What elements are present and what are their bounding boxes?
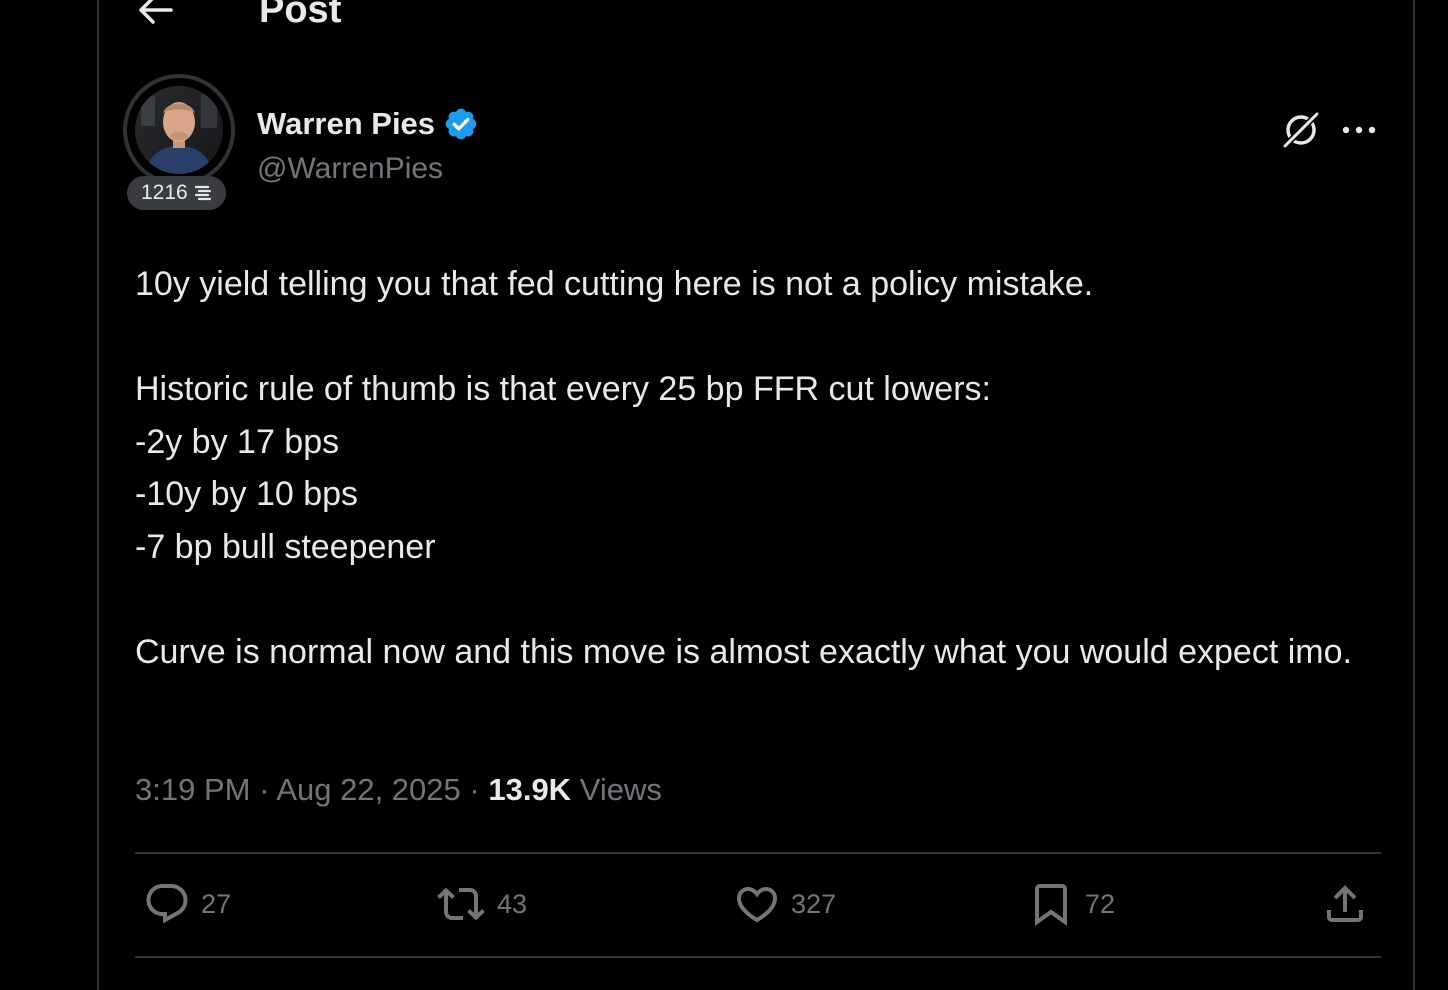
tweet-line: Curve is normal now and this move is alm…	[135, 632, 1352, 671]
score-badge[interactable]: 1216	[127, 176, 226, 210]
tweet-line: -10y by 10 bps	[135, 475, 359, 513]
tweet-meta: 3:19 PM · Aug 22, 2025 · 13.9K Views	[135, 772, 662, 808]
grok-icon	[1282, 111, 1320, 149]
tweet-line: -2y by 17 bps	[135, 422, 340, 461]
like-count: 327	[791, 888, 837, 919]
tweet-line: -7 bp bull steepener	[135, 527, 436, 566]
post-time[interactable]: 3:19 PM	[135, 772, 250, 807]
page-title: Post	[259, 0, 342, 31]
tweet-line: Historic rule of thumb is that every 25 …	[135, 370, 991, 408]
author-handle[interactable]: @WarrenPies	[257, 152, 443, 186]
tweet-text: 10y yield telling you that fed cutting h…	[135, 258, 1355, 678]
more-horizontal-icon	[1342, 126, 1376, 134]
reply-count: 27	[201, 888, 232, 919]
verified-badge-icon	[445, 108, 477, 140]
avatar-image	[135, 86, 223, 174]
bookmark-count: 72	[1085, 888, 1116, 919]
like-button[interactable]: 327	[733, 880, 836, 928]
divider	[135, 956, 1381, 958]
share-icon	[1327, 885, 1363, 922]
heart-icon	[736, 887, 778, 923]
avatar[interactable]	[123, 74, 235, 186]
views-label: Views	[579, 772, 662, 807]
more-options-button[interactable]	[1337, 108, 1381, 152]
repost-button[interactable]: 43	[435, 880, 527, 928]
stack-icon	[194, 185, 211, 201]
views-count: 13.9K	[488, 772, 572, 807]
bookmark-button[interactable]: 72	[1027, 880, 1115, 928]
bookmark-icon	[1035, 884, 1067, 926]
grok-button[interactable]	[1279, 108, 1323, 152]
arrow-left-icon	[139, 0, 173, 24]
author-name[interactable]: Warren Pies	[257, 106, 479, 142]
meta-separator: ·	[259, 772, 270, 807]
meta-separator: ·	[469, 772, 480, 807]
repost-count: 43	[497, 888, 528, 919]
display-name[interactable]: Warren Pies	[257, 106, 435, 142]
tweet-line: 10y yield telling you that fed cutting h…	[135, 265, 1094, 303]
score-value: 1216	[141, 181, 188, 204]
reply-button[interactable]: 27	[143, 880, 231, 928]
post-date[interactable]: Aug 22, 2025	[276, 772, 460, 807]
repost-icon	[437, 887, 485, 921]
share-button[interactable]	[1321, 880, 1369, 928]
main-column: Post 1216 Warren Pies @WarrenPies 10y yi…	[97, 0, 1415, 990]
reply-icon	[146, 884, 188, 924]
page-header: Post	[99, 0, 1413, 40]
back-button[interactable]	[135, 0, 175, 26]
divider	[135, 852, 1381, 854]
